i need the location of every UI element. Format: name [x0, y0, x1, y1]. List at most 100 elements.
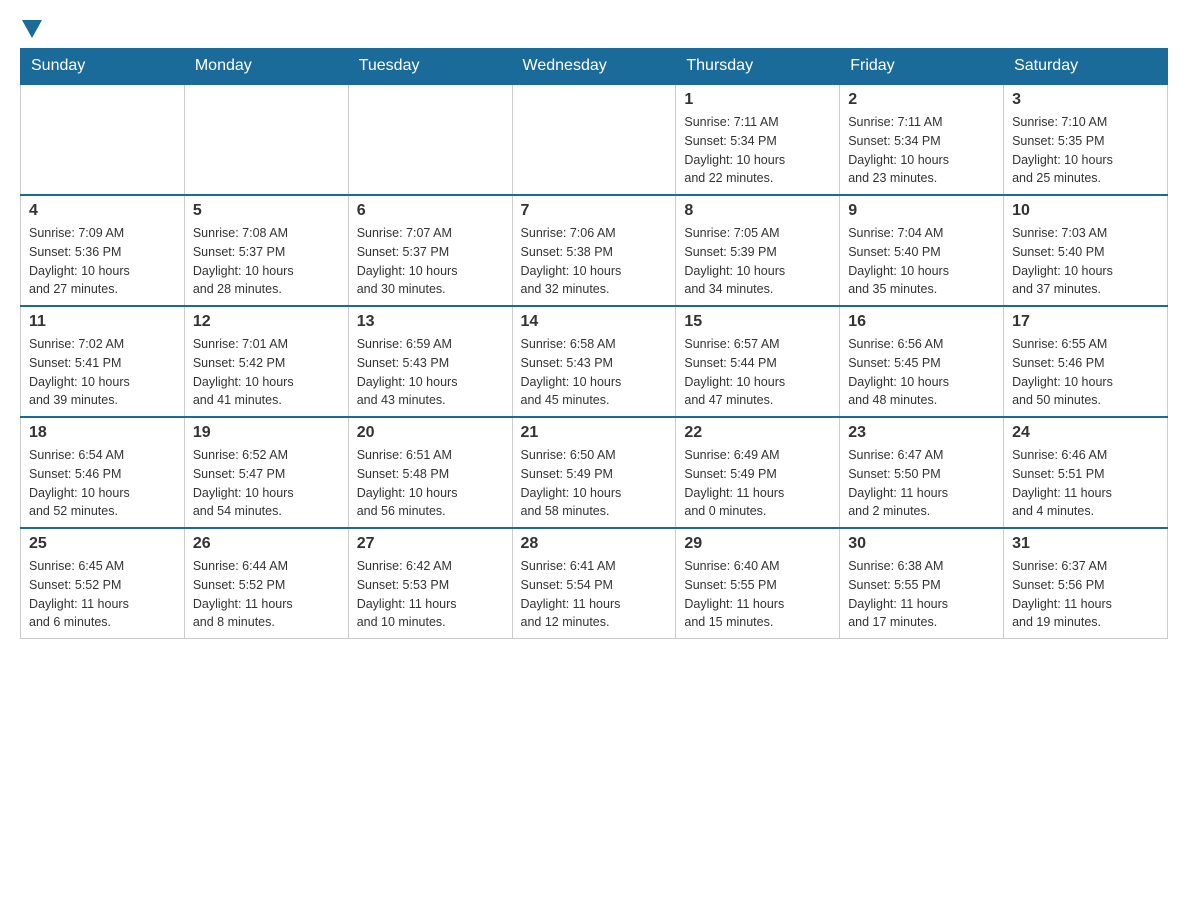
- calendar-cell: 31 Sunrise: 6:37 AMSunset: 5:56 PMDayligh…: [1004, 528, 1168, 639]
- day-number: 6: [357, 202, 504, 220]
- day-info: Sunrise: 6:41 AMSunset: 5:54 PMDaylight:…: [521, 557, 668, 632]
- day-number: 3: [1012, 91, 1159, 109]
- day-number: 13: [357, 313, 504, 331]
- day-info: Sunrise: 6:38 AMSunset: 5:55 PMDaylight:…: [848, 557, 995, 632]
- day-info: Sunrise: 7:06 AMSunset: 5:38 PMDaylight:…: [521, 224, 668, 299]
- calendar-cell: 29 Sunrise: 6:40 AMSunset: 5:55 PMDayligh…: [676, 528, 840, 639]
- calendar-week-row: 1 Sunrise: 7:11 AMSunset: 5:34 PMDaylight…: [21, 84, 1168, 195]
- calendar-cell: 6 Sunrise: 7:07 AMSunset: 5:37 PMDaylight…: [348, 195, 512, 306]
- day-number: 24: [1012, 424, 1159, 442]
- calendar-table: SundayMondayTuesdayWednesdayThursdayFrid…: [20, 48, 1168, 639]
- day-info: Sunrise: 6:46 AMSunset: 5:51 PMDaylight:…: [1012, 446, 1159, 521]
- day-number: 14: [521, 313, 668, 331]
- weekday-header-thursday: Thursday: [676, 49, 840, 85]
- calendar-cell: 7Sunrise: 7:06 AMSunset: 5:38 PMDaylight…: [512, 195, 676, 306]
- day-number: 17: [1012, 313, 1159, 331]
- weekday-header-sunday: Sunday: [21, 49, 185, 85]
- day-number: 30: [848, 535, 995, 553]
- day-info: Sunrise: 6:56 AMSunset: 5:45 PMDaylight:…: [848, 335, 995, 410]
- calendar-cell: 28 Sunrise: 6:41 AMSunset: 5:54 PMDayligh…: [512, 528, 676, 639]
- calendar-cell: [21, 84, 185, 195]
- calendar-cell: 18 Sunrise: 6:54 AMSunset: 5:46 PMDayligh…: [21, 417, 185, 528]
- calendar-cell: 8 Sunrise: 7:05 AMSunset: 5:39 PMDaylight…: [676, 195, 840, 306]
- calendar-cell: 5 Sunrise: 7:08 AMSunset: 5:37 PMDaylight…: [184, 195, 348, 306]
- calendar-cell: 9 Sunrise: 7:04 AMSunset: 5:40 PMDaylight…: [840, 195, 1004, 306]
- day-info: Sunrise: 6:42 AMSunset: 5:53 PMDaylight:…: [357, 557, 504, 632]
- day-info: Sunrise: 6:51 AMSunset: 5:48 PMDaylight:…: [357, 446, 504, 521]
- logo: [20, 20, 44, 38]
- calendar-week-row: 4Sunrise: 7:09 AMSunset: 5:36 PMDaylight…: [21, 195, 1168, 306]
- weekday-header-friday: Friday: [840, 49, 1004, 85]
- day-number: 12: [193, 313, 340, 331]
- calendar-cell: 17 Sunrise: 6:55 AMSunset: 5:46 PMDayligh…: [1004, 306, 1168, 417]
- calendar-week-row: 11Sunrise: 7:02 AMSunset: 5:41 PMDayligh…: [21, 306, 1168, 417]
- day-info: Sunrise: 7:09 AMSunset: 5:36 PMDaylight:…: [29, 224, 176, 299]
- day-number: 8: [684, 202, 831, 220]
- day-number: 5: [193, 202, 340, 220]
- calendar-cell: 16 Sunrise: 6:56 AMSunset: 5:45 PMDayligh…: [840, 306, 1004, 417]
- day-info: Sunrise: 7:01 AMSunset: 5:42 PMDaylight:…: [193, 335, 340, 410]
- calendar-cell: 3 Sunrise: 7:10 AMSunset: 5:35 PMDaylight…: [1004, 84, 1168, 195]
- day-number: 18: [29, 424, 176, 442]
- day-number: 21: [521, 424, 668, 442]
- calendar-cell: 13 Sunrise: 6:59 AMSunset: 5:43 PMDayligh…: [348, 306, 512, 417]
- day-info: Sunrise: 7:11 AMSunset: 5:34 PMDaylight:…: [684, 113, 831, 188]
- calendar-cell: 4Sunrise: 7:09 AMSunset: 5:36 PMDaylight…: [21, 195, 185, 306]
- day-number: 22: [684, 424, 831, 442]
- day-number: 25: [29, 535, 176, 553]
- calendar-week-row: 25Sunrise: 6:45 AMSunset: 5:52 PMDayligh…: [21, 528, 1168, 639]
- weekday-header-saturday: Saturday: [1004, 49, 1168, 85]
- day-number: 11: [29, 313, 176, 331]
- day-number: 1: [684, 91, 831, 109]
- calendar-cell: 25Sunrise: 6:45 AMSunset: 5:52 PMDayligh…: [21, 528, 185, 639]
- day-info: Sunrise: 6:52 AMSunset: 5:47 PMDaylight:…: [193, 446, 340, 521]
- day-number: 16: [848, 313, 995, 331]
- day-number: 2: [848, 91, 995, 109]
- calendar-cell: 23Sunrise: 6:47 AMSunset: 5:50 PMDayligh…: [840, 417, 1004, 528]
- day-info: Sunrise: 6:44 AMSunset: 5:52 PMDaylight:…: [193, 557, 340, 632]
- day-info: Sunrise: 7:10 AMSunset: 5:35 PMDaylight:…: [1012, 113, 1159, 188]
- day-number: 31: [1012, 535, 1159, 553]
- day-number: 27: [357, 535, 504, 553]
- calendar-cell: 30 Sunrise: 6:38 AMSunset: 5:55 PMDayligh…: [840, 528, 1004, 639]
- calendar-week-row: 18 Sunrise: 6:54 AMSunset: 5:46 PMDayligh…: [21, 417, 1168, 528]
- day-info: Sunrise: 6:49 AMSunset: 5:49 PMDaylight:…: [684, 446, 831, 521]
- day-info: Sunrise: 6:55 AMSunset: 5:46 PMDaylight:…: [1012, 335, 1159, 410]
- day-info: Sunrise: 7:03 AMSunset: 5:40 PMDaylight:…: [1012, 224, 1159, 299]
- day-number: 26: [193, 535, 340, 553]
- calendar-cell: 11Sunrise: 7:02 AMSunset: 5:41 PMDayligh…: [21, 306, 185, 417]
- day-info: Sunrise: 7:07 AMSunset: 5:37 PMDaylight:…: [357, 224, 504, 299]
- day-info: Sunrise: 6:54 AMSunset: 5:46 PMDaylight:…: [29, 446, 176, 521]
- day-number: 28: [521, 535, 668, 553]
- calendar-cell: 14 Sunrise: 6:58 AMSunset: 5:43 PMDayligh…: [512, 306, 676, 417]
- calendar-cell: 2 Sunrise: 7:11 AMSunset: 5:34 PMDaylight…: [840, 84, 1004, 195]
- day-info: Sunrise: 7:04 AMSunset: 5:40 PMDaylight:…: [848, 224, 995, 299]
- calendar-cell: 10 Sunrise: 7:03 AMSunset: 5:40 PMDayligh…: [1004, 195, 1168, 306]
- day-info: Sunrise: 7:11 AMSunset: 5:34 PMDaylight:…: [848, 113, 995, 188]
- weekday-header-wednesday: Wednesday: [512, 49, 676, 85]
- calendar-cell: [184, 84, 348, 195]
- calendar-cell: [512, 84, 676, 195]
- day-info: Sunrise: 6:47 AMSunset: 5:50 PMDaylight:…: [848, 446, 995, 521]
- day-number: 9: [848, 202, 995, 220]
- day-info: Sunrise: 6:37 AMSunset: 5:56 PMDaylight:…: [1012, 557, 1159, 632]
- day-number: 29: [684, 535, 831, 553]
- day-info: Sunrise: 6:40 AMSunset: 5:55 PMDaylight:…: [684, 557, 831, 632]
- day-number: 10: [1012, 202, 1159, 220]
- day-number: 20: [357, 424, 504, 442]
- calendar-cell: 20 Sunrise: 6:51 AMSunset: 5:48 PMDayligh…: [348, 417, 512, 528]
- day-info: Sunrise: 6:58 AMSunset: 5:43 PMDaylight:…: [521, 335, 668, 410]
- day-number: 19: [193, 424, 340, 442]
- day-info: Sunrise: 7:08 AMSunset: 5:37 PMDaylight:…: [193, 224, 340, 299]
- calendar-cell: 27 Sunrise: 6:42 AMSunset: 5:53 PMDayligh…: [348, 528, 512, 639]
- page-header: [20, 20, 1168, 38]
- day-info: Sunrise: 6:50 AMSunset: 5:49 PMDaylight:…: [521, 446, 668, 521]
- day-info: Sunrise: 6:57 AMSunset: 5:44 PMDaylight:…: [684, 335, 831, 410]
- calendar-cell: [348, 84, 512, 195]
- weekday-header-tuesday: Tuesday: [348, 49, 512, 85]
- calendar-cell: 1 Sunrise: 7:11 AMSunset: 5:34 PMDaylight…: [676, 84, 840, 195]
- calendar-cell: 15Sunrise: 6:57 AMSunset: 5:44 PMDayligh…: [676, 306, 840, 417]
- day-info: Sunrise: 7:05 AMSunset: 5:39 PMDaylight:…: [684, 224, 831, 299]
- day-info: Sunrise: 6:59 AMSunset: 5:43 PMDaylight:…: [357, 335, 504, 410]
- calendar-cell: 21 Sunrise: 6:50 AMSunset: 5:49 PMDayligh…: [512, 417, 676, 528]
